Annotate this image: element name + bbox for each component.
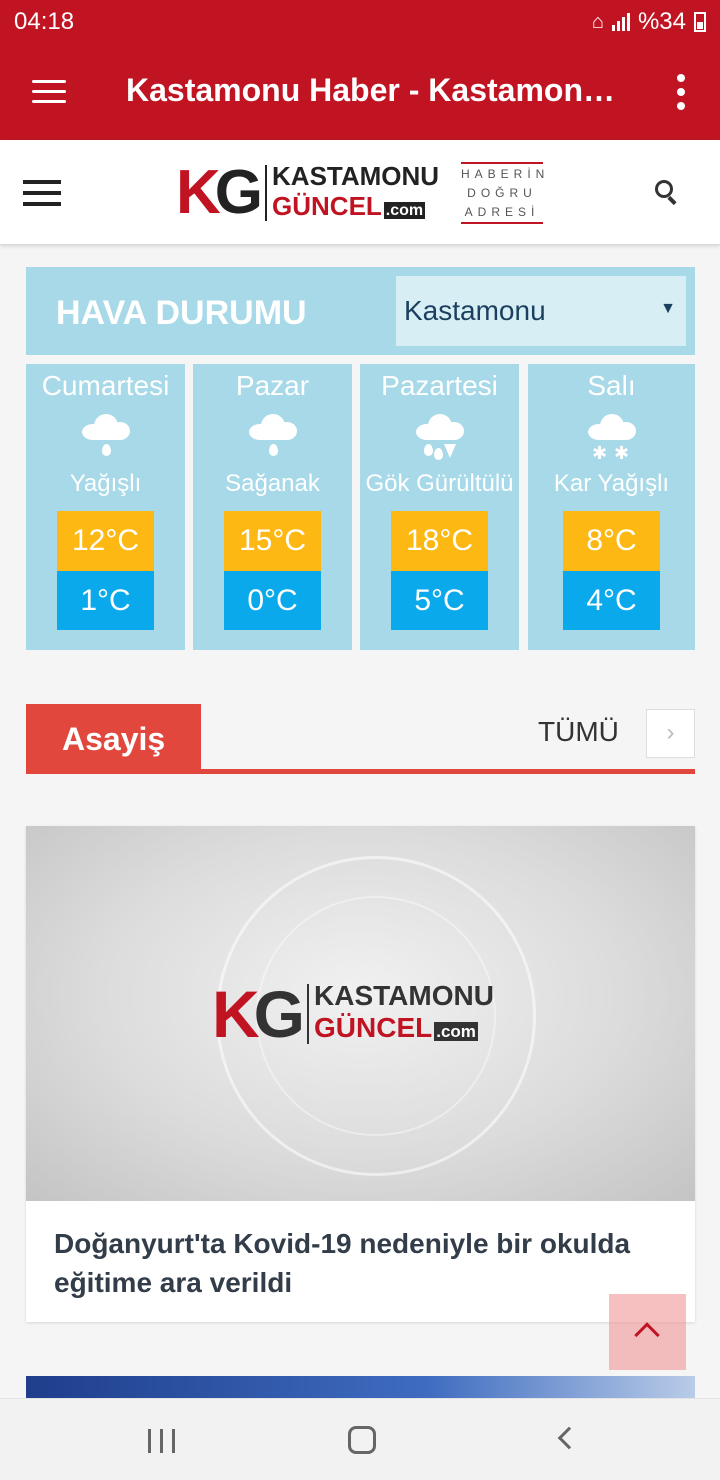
- logo-word1: KASTAMONU: [272, 160, 440, 191]
- section-title[interactable]: Asayiş: [26, 704, 201, 774]
- image-logo-word1: KASTAMONU: [314, 980, 494, 1011]
- weather-title: HAVA DURUMU: [56, 294, 307, 332]
- weather-day-card: Salı ✱ ✱ Kar Yağışlı 8°C 4°C: [528, 364, 695, 650]
- slogan-line: HABERİN: [461, 167, 550, 181]
- logo-k: K: [176, 158, 221, 227]
- status-bar: 04:18 ⌂ %34: [0, 0, 720, 44]
- weather-day-card: Pazartesi Gök Gürültülü 18°C 5°C: [360, 364, 519, 650]
- image-logo-g: G: [253, 977, 305, 1051]
- weather-day-card: Cumartesi Yağışlı 12°C 1°C: [26, 364, 185, 650]
- app-title: Kastamonu Haber - Kastamon…: [126, 72, 615, 108]
- city-select-value: Kastamonu: [404, 295, 546, 326]
- app-bar: Kastamonu Haber - Kastamon…: [0, 44, 720, 140]
- logo-word2: GÜNCEL: [272, 190, 382, 221]
- chevron-up-icon: [634, 1322, 660, 1348]
- dropdown-arrow-icon: ▼: [660, 300, 676, 317]
- battery-percent: %34: [637, 8, 686, 35]
- weather-day-name: Cumartesi: [41, 370, 170, 401]
- chevron-right-icon[interactable]: ›: [646, 709, 695, 758]
- image-logo-com: .com: [434, 1022, 478, 1041]
- wifi-icon: ⌂: [591, 10, 604, 33]
- logo-g: G: [214, 158, 263, 227]
- status-time: 04:18: [14, 8, 75, 35]
- back-icon[interactable]: [557, 1426, 581, 1450]
- weather-high: 15°C: [224, 511, 321, 571]
- hamburger-icon[interactable]: [23, 180, 61, 206]
- weather-low: 4°C: [563, 571, 660, 630]
- logo-com: .com: [383, 201, 426, 219]
- weather-high: 12°C: [57, 511, 154, 571]
- site-logo[interactable]: KG KASTAMONU GÜNCEL .com: [176, 160, 439, 226]
- weather-low: 0°C: [224, 571, 321, 630]
- weather-condition: Gök Gürültülü: [365, 470, 514, 497]
- slogan-line: ADRESİ: [464, 205, 540, 219]
- image-logo-k: K: [212, 977, 260, 1051]
- weather-high: 18°C: [391, 511, 488, 571]
- site-header: KG KASTAMONU GÜNCEL .com HABERİN DOĞRU AD…: [0, 140, 720, 244]
- home-icon[interactable]: [348, 1426, 376, 1454]
- weather-day-card: Pazar Sağanak 15°C 0°C: [193, 364, 352, 650]
- search-icon[interactable]: [655, 180, 679, 206]
- weather-day-name: Pazartesi: [381, 370, 498, 401]
- weather-day-name: Pazar: [235, 370, 310, 401]
- news-headline[interactable]: Doğanyurt'ta Kovid-19 nedeniyle bir okul…: [54, 1224, 654, 1302]
- news-card[interactable]: KG KASTAMONU GÜNCEL .com Doğanyurt'ta Kov…: [26, 826, 695, 1322]
- section-all-link[interactable]: TÜMÜ: [538, 716, 619, 748]
- snow-icon: ✱ ✱: [584, 408, 640, 464]
- weather-header: HAVA DURUMU Kastamonu ▼: [26, 267, 695, 355]
- system-nav-bar: [0, 1398, 720, 1480]
- battery-icon: [694, 12, 706, 32]
- weather-low: 5°C: [391, 571, 488, 630]
- recent-apps-icon[interactable]: [148, 1429, 176, 1453]
- more-vert-icon[interactable]: [672, 74, 690, 110]
- slogan-line: DOĞRU: [467, 186, 537, 200]
- shower-icon: [245, 408, 301, 464]
- news-image[interactable]: KG KASTAMONU GÜNCEL .com: [26, 826, 695, 1201]
- status-icons: ⌂ %34: [592, 8, 706, 36]
- thunderstorm-icon: [412, 408, 468, 464]
- weather-low: 1°C: [57, 571, 154, 630]
- signal-icon: [611, 13, 630, 31]
- city-select[interactable]: Kastamonu ▼: [396, 276, 686, 346]
- next-news-image[interactable]: [26, 1376, 695, 1398]
- weather-day-name: Salı: [587, 370, 636, 401]
- weather-condition: Sağanak: [225, 470, 320, 497]
- news-image-logo: KG KASTAMONU GÜNCEL .com: [212, 976, 494, 1052]
- scroll-to-top-button[interactable]: [609, 1294, 686, 1370]
- weather-high: 8°C: [563, 511, 660, 571]
- rain-icon: [78, 408, 134, 464]
- menu-icon[interactable]: [32, 80, 66, 104]
- weather-condition: Kar Yağışlı: [553, 470, 670, 497]
- weather-condition: Yağışlı: [69, 470, 142, 497]
- image-logo-word2: GÜNCEL: [314, 1012, 433, 1043]
- site-slogan: HABERİN DOĞRU ADRESİ: [461, 162, 550, 224]
